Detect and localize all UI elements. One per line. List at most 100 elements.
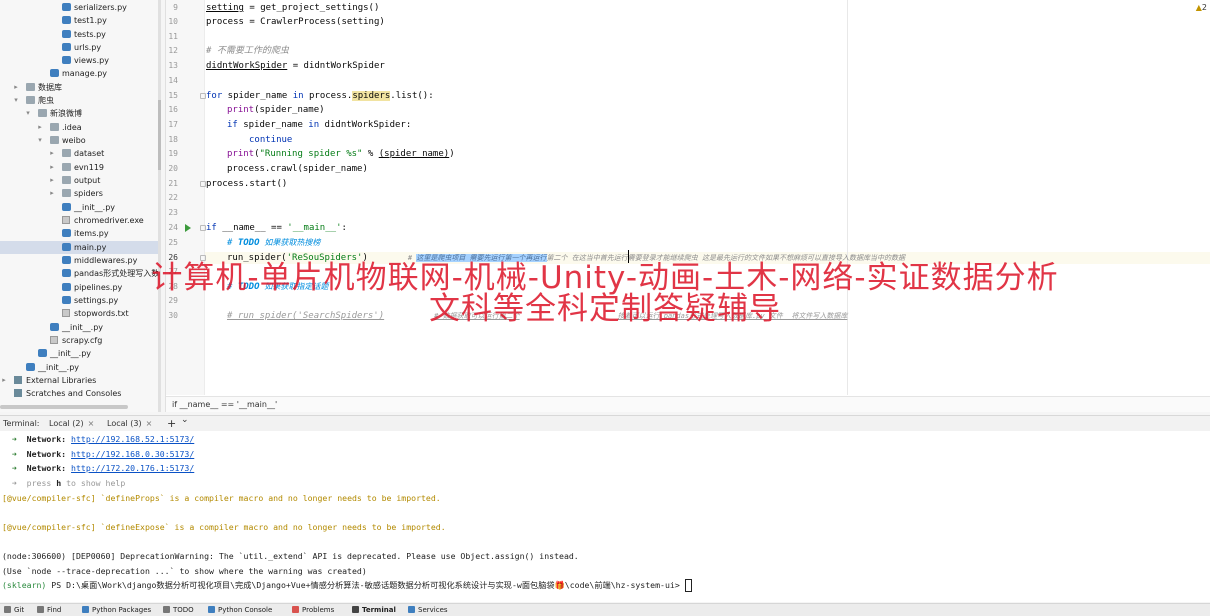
chevron-down-icon[interactable]: ▾ [12, 94, 20, 107]
breadcrumb-item[interactable]: if __name__ == '__main__' [172, 400, 277, 409]
code-token: process = CrawlerProcess(setting) [206, 17, 385, 27]
terminal-prompt-line[interactable]: (sklearn) PS D:\桌面\Work\django数据分析可视化项目\… [2, 578, 692, 592]
code-line-12[interactable]: # 不需要工作的爬虫 [206, 45, 289, 57]
tree-item-label: dataset [74, 149, 105, 158]
chevron-right-icon[interactable]: ▸ [48, 147, 56, 160]
new-tab-plus-icon[interactable]: + [167, 416, 176, 431]
line-number-gutter: 9 10 11 12 13 14 15 16 17 18 19 20 21 22 23 24 25 26 27 28 2… [166, 0, 206, 395]
tree-item[interactable]: ▾ 爬虫 [0, 94, 160, 107]
code-line-9[interactable]: setting = get_project_settings() [206, 2, 379, 14]
code-line-20[interactable]: process.crawl(spider_name) [227, 163, 368, 175]
terminal-output[interactable]: ➜ Network: http://192.168.52.1:5173/ ➜ N… [0, 431, 1210, 602]
tool-window-terminal[interactable]: Terminal [352, 604, 396, 616]
chevron-down-icon[interactable]: ▾ [24, 107, 32, 120]
inspection-widget[interactable]: ▲2 [1196, 3, 1207, 12]
tree-item[interactable]: chromedriver.exe [0, 214, 160, 227]
code-keyword: in [308, 120, 320, 130]
code-line-24[interactable]: if __name__ == '__main__': [206, 222, 347, 234]
project-tree-scrollbar-track [158, 0, 161, 412]
tree-item[interactable]: tests.py [0, 28, 160, 41]
code-line-21[interactable]: process.start() [206, 178, 287, 190]
code-line-18[interactable]: continue [249, 134, 292, 146]
chevron-right-icon[interactable]: ▸ [36, 121, 44, 134]
run-gutter-icon[interactable] [185, 224, 191, 232]
tree-item-label: External Libraries [26, 376, 97, 385]
code-line-17[interactable]: if spider_name in didntWorkSpider: [227, 119, 411, 131]
tool-window-python-console[interactable]: Python Console [208, 604, 272, 616]
tree-item[interactable]: __init__.py [0, 201, 160, 214]
tree-item[interactable]: ▸ dataset [0, 147, 160, 160]
close-icon[interactable]: × [88, 419, 95, 428]
code-keyword: continue [249, 135, 293, 145]
chevron-right-icon[interactable]: ▸ [12, 81, 20, 94]
line-number: 22 [168, 193, 178, 202]
editor-breadcrumb[interactable]: if __name__ == '__main__' [166, 396, 1210, 412]
code-line-19[interactable]: print("Running spider %s" % (spider_name… [227, 148, 455, 160]
code-line-15[interactable]: for spider_name in process.spiders.list(… [206, 90, 434, 102]
code-token: didntWorkSpider: [319, 120, 412, 130]
git-icon [4, 606, 11, 613]
tool-window-git[interactable]: Git [4, 604, 24, 616]
chevron-down-icon[interactable]: ▾ [36, 134, 44, 147]
folder-icon [62, 163, 71, 171]
tool-window-services[interactable]: Services [408, 604, 448, 616]
code-line-10[interactable]: process = CrawlerProcess(setting) [206, 16, 385, 28]
tree-item[interactable]: urls.py [0, 41, 160, 54]
network-url-link[interactable]: http://172.20.176.1:5173/ [71, 463, 194, 473]
terminal-label: Terminal: [3, 419, 40, 428]
tool-window-problems[interactable]: Problems [292, 604, 334, 616]
library-icon [14, 376, 22, 384]
tree-item[interactable]: ▸ External Libraries [0, 374, 160, 387]
network-url-link[interactable]: http://192.168.52.1:5173/ [71, 434, 194, 444]
tree-item-label: 数据库 [38, 83, 62, 92]
network-label: Network: [26, 449, 67, 459]
tool-window-label: Terminal [362, 606, 396, 614]
code-editor[interactable]: 9 10 11 12 13 14 15 16 17 18 19 20 21 22 23 24 25 26 27 28 2… [165, 0, 1210, 412]
right-margin-guide [847, 0, 848, 395]
line-number: 10 [168, 17, 178, 26]
tree-item[interactable]: items.py [0, 227, 160, 240]
tree-item[interactable]: ▸ output [0, 174, 160, 187]
tree-item[interactable]: views.py [0, 54, 160, 67]
chevron-right-icon[interactable]: ▸ [48, 161, 56, 174]
tree-item[interactable]: ▸ .idea [0, 121, 160, 134]
project-tree-scrollbar[interactable] [158, 100, 161, 170]
code-token: process.start() [206, 179, 288, 189]
tool-window-find[interactable]: Find [37, 604, 61, 616]
chevron-right-icon[interactable]: ▸ [0, 374, 8, 387]
project-tree-horizontal-scrollbar[interactable] [0, 405, 128, 409]
tool-window-label: Python Packages [92, 606, 152, 614]
tree-item[interactable]: ▸ 数据库 [0, 81, 160, 94]
library-icon [14, 389, 22, 397]
code-line-16[interactable]: print(spider_name) [227, 104, 325, 116]
tree-item[interactable]: test1.py [0, 14, 160, 27]
tree-item-label: chromedriver.exe [74, 216, 144, 225]
chevron-right-icon[interactable]: ▸ [48, 187, 56, 200]
prompt-path: PS D:\桌面\Work\django数据分析可视化项目\完成\Django+… [46, 580, 685, 590]
tree-item-label: __init__.py [50, 349, 92, 358]
find-icon [37, 606, 44, 613]
python-console-icon [208, 606, 215, 613]
tree-item[interactable]: ▸ spiders [0, 187, 160, 200]
tree-item[interactable]: ▸ evn119 [0, 161, 160, 174]
tree-item-label: __init__.py [38, 363, 80, 372]
chevron-right-icon[interactable]: ▸ [48, 174, 56, 187]
project-tree[interactable]: serializers.py test1.py tests.py urls.py vie… [0, 0, 160, 412]
tree-item[interactable]: ▾ weibo [0, 134, 160, 147]
tool-window-todo[interactable]: TODO [163, 604, 194, 616]
tree-item[interactable]: ▾ 新浪微博 [0, 107, 160, 120]
tree-item[interactable]: Scratches and Consoles [0, 387, 160, 400]
code-token: .list(): [390, 91, 434, 101]
tree-item[interactable]: manage.py [0, 67, 160, 80]
tree-item[interactable]: scrapy.cfg [0, 334, 160, 347]
tree-item[interactable]: serializers.py [0, 1, 160, 14]
code-line-13[interactable]: didntWorkSpider = didntWorkSpider [206, 60, 385, 72]
chevron-down-icon[interactable]: ⌄ [181, 413, 189, 428]
code-line-25[interactable]: # TODO 如果获取热搜榜 [227, 237, 320, 249]
close-icon[interactable]: × [146, 419, 153, 428]
network-url-link[interactable]: http://192.168.0.30:5173/ [71, 449, 194, 459]
tool-window-python-packages[interactable]: Python Packages [82, 604, 151, 616]
tree-item[interactable]: __init__.py [0, 361, 160, 374]
terminal-tab-local-3[interactable]: Local (3) × [107, 416, 152, 431]
tree-item[interactable]: __init__.py [0, 347, 160, 360]
